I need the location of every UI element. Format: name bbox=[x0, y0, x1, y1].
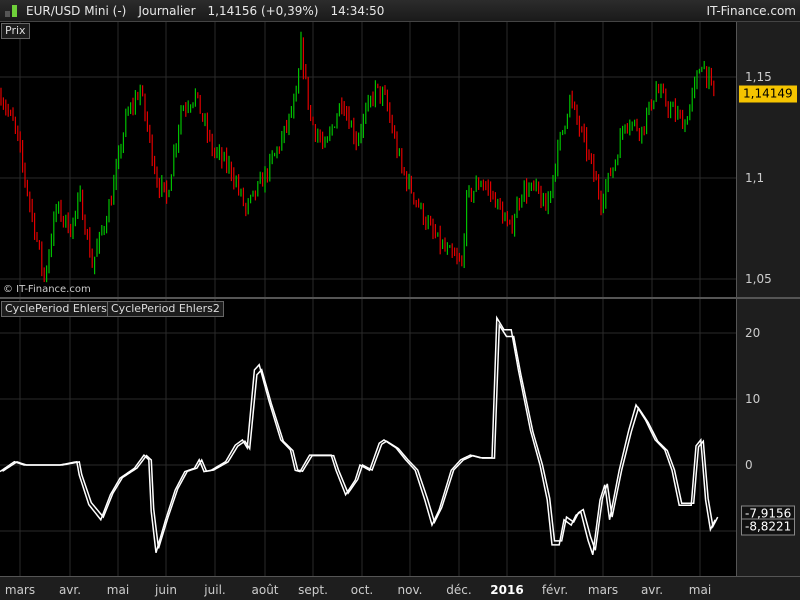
month-label: sept. bbox=[298, 583, 328, 597]
month-label: févr. bbox=[541, 583, 569, 597]
price-chart-panel[interactable]: Prix © IT-Finance.com bbox=[0, 22, 736, 297]
indicator-axis[interactable]: 20 10 0 -7,9156 -8,8221 bbox=[736, 299, 800, 576]
price-tick-label: 1,05 bbox=[745, 272, 772, 286]
indicator-legend-1[interactable]: CyclePeriod Ehlers bbox=[1, 301, 111, 317]
month-label: mai bbox=[688, 583, 712, 597]
indicator-tick-label: 0 bbox=[745, 458, 753, 472]
price-legend[interactable]: Prix bbox=[1, 23, 30, 39]
month-label: avr. bbox=[640, 583, 664, 597]
candlestick-icon bbox=[3, 4, 21, 18]
brand-label: IT-Finance.com bbox=[706, 4, 796, 18]
indicator-tick-label: 10 bbox=[745, 392, 761, 406]
last-price: 1,14156 (+0,39%) bbox=[207, 3, 319, 18]
period[interactable]: Journalier bbox=[138, 4, 195, 18]
month-label: oct. bbox=[350, 583, 374, 597]
price-tick-label: 1,1 bbox=[745, 171, 765, 185]
month-label: mai bbox=[106, 583, 130, 597]
price-axis[interactable]: 1,15 1,1 1,05 1,14149 bbox=[736, 22, 800, 297]
cycleperiod-ehlers-line bbox=[0, 315, 716, 555]
month-label: nov. bbox=[397, 583, 423, 597]
month-label: mars bbox=[587, 583, 619, 597]
indicator-chart[interactable] bbox=[0, 299, 736, 576]
indicator-legend-2[interactable]: CyclePeriod Ehlers2 bbox=[107, 301, 224, 317]
month-label: mars bbox=[4, 583, 36, 597]
month-label: déc. bbox=[446, 583, 472, 597]
price-chart[interactable] bbox=[0, 22, 736, 297]
time-axis[interactable]: mars avr. mai juin juil. août sept. oct. nov. déc… bbox=[0, 576, 800, 600]
copyright: © IT-Finance.com bbox=[3, 284, 91, 295]
month-label: juil. bbox=[204, 583, 226, 597]
month-label: juin bbox=[155, 583, 177, 597]
instrument-name[interactable]: EUR/USD Mini (-) bbox=[26, 4, 126, 18]
indicator-value-tag: -8,8221 bbox=[741, 518, 796, 536]
month-label: avr. bbox=[58, 583, 82, 597]
title-bar: EUR/USD Mini (-) Journalier 1,14156 (+0,… bbox=[0, 0, 800, 22]
indicator-tick-label: 20 bbox=[745, 326, 761, 340]
clock: 14:34:50 bbox=[330, 3, 385, 18]
current-price-tag: 1,14149 bbox=[739, 85, 797, 103]
month-label: 2016 bbox=[490, 583, 524, 597]
indicator-panel[interactable]: CyclePeriod Ehlers CyclePeriod Ehlers2 bbox=[0, 299, 736, 576]
month-label: août bbox=[251, 583, 279, 597]
price-tick-label: 1,15 bbox=[745, 70, 772, 84]
